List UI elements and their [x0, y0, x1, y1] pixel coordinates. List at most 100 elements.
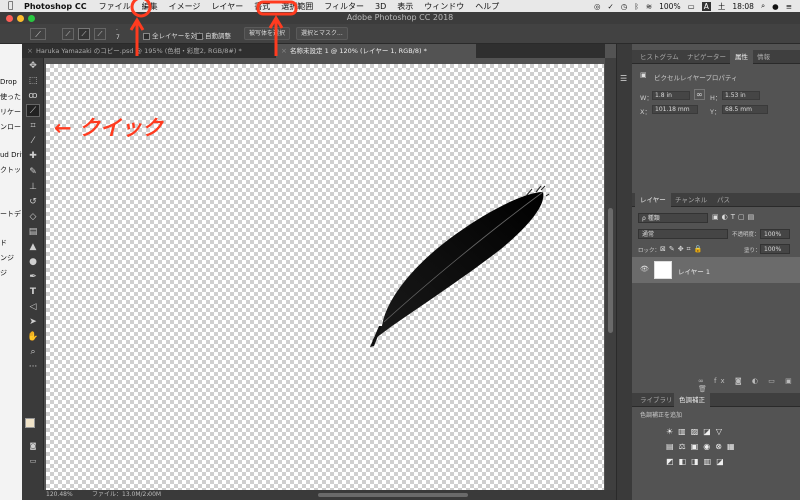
wifi-icon[interactable]: ≋ [646, 2, 652, 11]
dodge-tool-icon[interactable]: ● [26, 256, 40, 269]
history-panel-icon[interactable]: ☰ [620, 74, 627, 83]
sync-icon[interactable]: ✓ [608, 2, 614, 11]
brush-tool-icon[interactable]: ✎ [26, 166, 40, 179]
lock-icons[interactable]: ⊠✎✥⌗🔒 [660, 245, 705, 254]
tool-preset-icon[interactable]: ⟋ [30, 28, 46, 40]
tab-info[interactable]: 情報 [752, 50, 775, 64]
status-menu-icon[interactable]: › [147, 490, 149, 500]
select-and-mask-button[interactable]: 選択とマスク... [296, 27, 348, 40]
blend-mode-select[interactable]: 通常 [638, 229, 728, 239]
opacity-input[interactable]: 100% [760, 229, 790, 239]
menu-view[interactable]: 表示 [397, 1, 413, 12]
menu-image[interactable]: イメージ [169, 1, 201, 12]
auto-enhance-checkbox[interactable]: 自動調整 [196, 30, 231, 40]
apple-icon[interactable]:  [8, 1, 18, 11]
eraser-tool-icon[interactable]: ◇ [26, 211, 40, 224]
tab-libraries[interactable]: ライブラリ [635, 393, 678, 407]
layer-filter-select[interactable]: ρ 種類 [638, 213, 708, 223]
x-input[interactable]: 101.18 mm [652, 105, 698, 114]
minimize-window-button[interactable] [17, 15, 24, 22]
menu-help[interactable]: ヘルプ [475, 1, 499, 12]
tab-haruka[interactable]: × Haruka Yamazaki のコピー.psd @ 195% (色相・彩度… [22, 44, 276, 58]
canvas-area[interactable]: ← クイック [44, 58, 605, 490]
menu-select[interactable]: 選択範囲 [281, 1, 313, 12]
layer-thumbnail[interactable] [654, 261, 672, 279]
battery-icon[interactable]: ▭ [688, 2, 695, 11]
menu-3d[interactable]: 3D [375, 2, 386, 11]
tab-channels[interactable]: チャンネル [670, 193, 712, 207]
timemachine-icon[interactable]: ◷ [621, 2, 628, 11]
width-input[interactable]: 1.8 in [652, 91, 690, 100]
document-canvas[interactable] [46, 64, 604, 490]
clone-stamp-icon[interactable]: ⊥ [26, 181, 40, 194]
quick-selection-tool-icon[interactable]: ⟋ [26, 104, 40, 117]
adjust-row-1[interactable]: ☀▥▨◪▽ [666, 424, 740, 439]
path-selection-icon[interactable]: ◁ [26, 301, 40, 314]
horizontal-scroll-thumb[interactable] [318, 493, 468, 497]
close-tab-icon[interactable]: × [27, 44, 33, 58]
creative-cloud-icon[interactable]: ◎ [594, 2, 601, 11]
menu-layer[interactable]: レイヤー [211, 1, 243, 12]
scroll-thumb[interactable] [608, 208, 613, 333]
healing-brush-icon[interactable]: ✚ [26, 150, 40, 163]
pen-tool-icon[interactable]: ✒ [26, 271, 40, 284]
blur-tool-icon[interactable]: ▲ [26, 241, 40, 254]
input-indicator[interactable]: A [701, 1, 711, 11]
bluetooth-icon[interactable]: ᛒ [634, 2, 639, 11]
y-input[interactable]: 68.5 mm [722, 105, 768, 114]
layer-name[interactable]: レイヤー 1 [678, 266, 710, 276]
direct-selection-icon[interactable]: ➤ [26, 316, 40, 329]
crop-tool-icon[interactable]: ⌗ [26, 120, 40, 133]
layer-actions[interactable]: ∞ fx ◙ ◐ ▭ ▣ 🗑 [698, 377, 800, 393]
history-brush-icon[interactable]: ↺ [26, 196, 40, 209]
hand-tool-icon[interactable]: ✋ [26, 331, 40, 344]
tab-layers[interactable]: レイヤー [635, 193, 671, 207]
adjust-row-2[interactable]: ▤⚖▣◉⊗▦ [666, 439, 740, 454]
file-info[interactable]: ファイル：13.0M/2.00M [92, 490, 161, 500]
list-icon[interactable]: ≡ [786, 2, 792, 11]
tab-untitled[interactable]: × 名称未設定 1 @ 120% (レイヤー 1, RGB/8) * [276, 44, 476, 58]
tab-paths[interactable]: パス [712, 193, 735, 207]
menu-edit[interactable]: 編集 [142, 1, 158, 12]
link-icon[interactable]: ∞ [694, 89, 705, 100]
zoom-tool-icon[interactable]: ⌕ [26, 346, 40, 359]
menu-type[interactable]: 書式 [254, 1, 270, 12]
vertical-scrollbar[interactable] [605, 58, 616, 490]
filter-icons[interactable]: ▣◐T▢▤ [712, 213, 757, 221]
new-selection-icon[interactable]: ⟋ [62, 28, 74, 40]
move-tool-icon[interactable]: ✥ [26, 60, 40, 73]
sample-all-layers-checkbox[interactable]: 全レイヤーを対象 [143, 30, 204, 40]
foreground-color-swatch[interactable] [25, 418, 35, 428]
tab-properties[interactable]: 属性 [730, 50, 753, 64]
eyedropper-tool-icon[interactable]: ⁄ [26, 135, 40, 148]
clock-text[interactable]: 18:08 [732, 2, 754, 11]
eye-icon[interactable]: 👁 [640, 265, 649, 273]
quick-mask-icon[interactable]: ◙ [26, 440, 40, 453]
select-subject-button[interactable]: 被写体を選択 [244, 27, 291, 40]
lasso-tool-icon[interactable]: ꝏ [26, 90, 40, 103]
tab-adjustments[interactable]: 色調補正 [674, 393, 710, 407]
screen-mode-icon[interactable]: ▭ [26, 455, 40, 468]
adjust-row-3[interactable]: ◩◧◨▥◪ [666, 454, 740, 469]
more-tools-icon[interactable]: ··· [26, 361, 40, 374]
brush-size-picker[interactable]: · 7 [116, 27, 120, 41]
close-window-button[interactable] [6, 15, 13, 22]
menu-window[interactable]: ウィンドウ [424, 1, 464, 12]
fill-input[interactable]: 100% [760, 244, 790, 254]
search-icon[interactable]: ⌕ [761, 1, 765, 11]
user-icon[interactable]: ● [772, 2, 779, 11]
tab-histogram[interactable]: ヒストグラム [635, 50, 684, 64]
app-menu[interactable]: Photoshop CC [24, 2, 87, 11]
zoom-level[interactable]: 120.48% [46, 490, 73, 500]
close-tab-icon[interactable]: × [281, 44, 287, 58]
tab-navigator[interactable]: ナビゲーター [682, 50, 731, 64]
layer-row[interactable]: 👁 レイヤー 1 [632, 257, 800, 283]
add-selection-icon[interactable]: ⟋ [78, 28, 90, 40]
menu-file[interactable]: ファイル [99, 1, 131, 12]
menu-filter[interactable]: フィルター [324, 1, 364, 12]
zoom-window-button[interactable] [28, 15, 35, 22]
height-input[interactable]: 1.53 in [722, 91, 760, 100]
marquee-tool-icon[interactable]: ⬚ [26, 75, 40, 88]
type-tool-icon[interactable]: T [26, 286, 40, 299]
subtract-selection-icon[interactable]: ⟋ [94, 28, 106, 40]
